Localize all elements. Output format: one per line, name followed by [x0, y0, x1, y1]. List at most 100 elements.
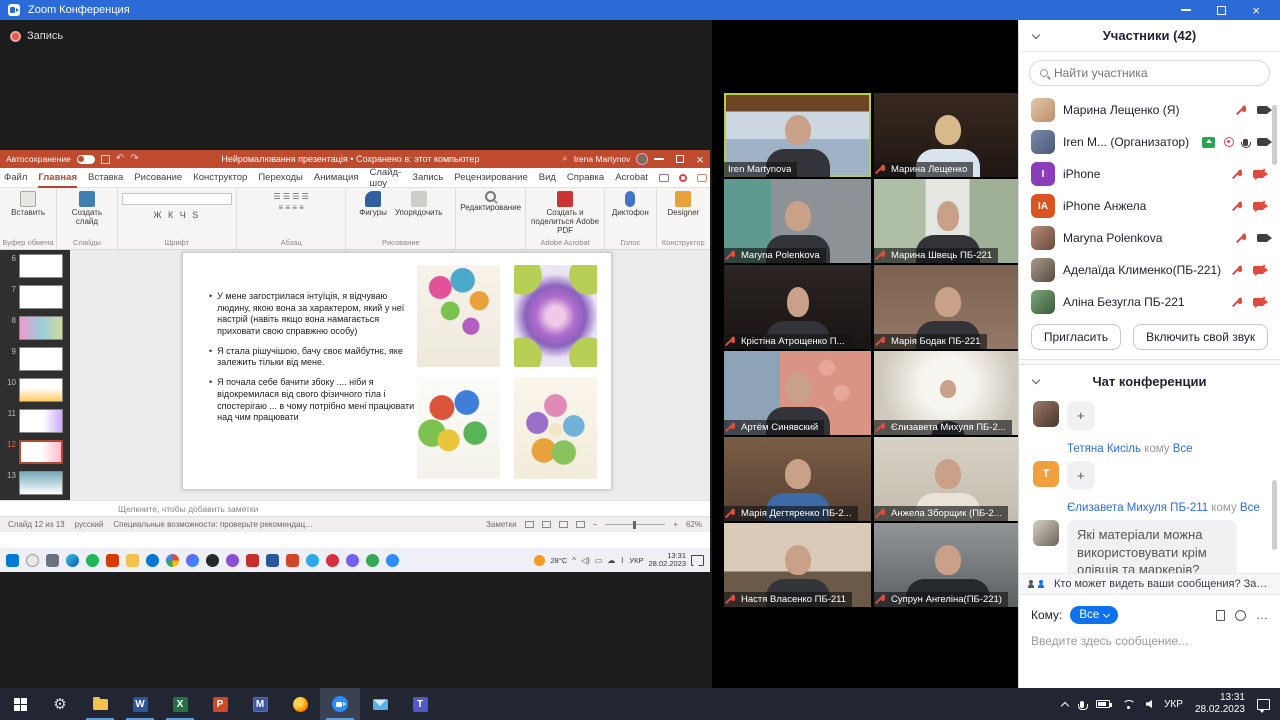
slide-thumbnail[interactable]: 11	[2, 409, 66, 433]
save-icon[interactable]	[101, 155, 110, 164]
chat-message[interactable]: T +	[1019, 457, 1280, 495]
zoom-in-icon[interactable]: +	[673, 520, 678, 529]
arrange-button[interactable]: Упорядочить	[395, 191, 443, 218]
notification-icon[interactable]	[1257, 699, 1270, 710]
ppt-user-avatar[interactable]	[636, 153, 648, 165]
participant-row[interactable]: Марина Лещенко (Я)	[1019, 94, 1280, 126]
video-tile-iren-martynova[interactable]: Iren Martynova	[724, 93, 871, 177]
emoji-icon[interactable]	[1235, 610, 1246, 621]
participant-row[interactable]: Maryna Polenkova	[1019, 222, 1280, 254]
loop-icon[interactable]	[226, 554, 239, 567]
chat-header[interactable]: Чат конференции	[1019, 365, 1280, 397]
chat-message[interactable]: +	[1019, 397, 1280, 435]
spotify-icon[interactable]	[86, 554, 99, 567]
explorer-icon[interactable]	[126, 554, 139, 567]
firefox-icon[interactable]	[280, 688, 320, 720]
zoom-slider[interactable]	[605, 524, 665, 526]
tab-draw[interactable]: Рисование	[134, 172, 182, 183]
video-tile[interactable]: Maryna Polenkova	[724, 179, 871, 263]
video-tile[interactable]: Марія Бодак ПБ-221	[874, 265, 1021, 349]
participant-row[interactable]: Iren M... (Организатор)	[1019, 126, 1280, 158]
video-tile[interactable]: Марина Лещенко	[874, 93, 1021, 177]
chevron-down-icon[interactable]	[1032, 31, 1040, 39]
wifi-icon[interactable]	[1122, 700, 1134, 709]
message-bubble[interactable]: +	[1067, 401, 1095, 431]
video-tile[interactable]: Марія Дегтяренко ПБ-2...	[724, 437, 871, 521]
align-buttons[interactable]: ≡ ≡ ≡ ≡	[278, 202, 303, 213]
editing-button[interactable]: Редактирование	[460, 191, 521, 213]
weather-icon[interactable]	[534, 555, 545, 566]
meet-icon[interactable]	[366, 554, 379, 567]
clock[interactable]: 13:31 28.02.2023	[1195, 692, 1245, 717]
chrome-icon[interactable]	[166, 554, 179, 567]
video-tile[interactable]: Крістіна Атрощенко П...	[724, 265, 871, 349]
recipient-name[interactable]: Все	[1173, 443, 1193, 455]
dictate-button[interactable]: Диктофон	[612, 191, 649, 218]
close-icon[interactable]: ×	[1252, 4, 1260, 17]
tab-review[interactable]: Рецензирование	[454, 172, 527, 183]
normal-view-icon[interactable]	[525, 521, 534, 528]
language-label[interactable]: русский	[75, 520, 104, 529]
participant-row[interactable]: I iPhone	[1019, 158, 1280, 190]
mic-icon[interactable]: ⌇	[620, 556, 624, 565]
tab-file[interactable]: Файл	[4, 172, 27, 183]
new-slide-button[interactable]: Создать слайд	[61, 191, 113, 227]
list-buttons[interactable]: ☰ ☰ ☰ ☰	[273, 191, 308, 202]
camera-on-icon[interactable]	[1257, 234, 1268, 242]
telegram-icon[interactable]	[306, 554, 319, 567]
tab-transitions[interactable]: Переходы	[258, 172, 303, 183]
volume-icon[interactable]	[1146, 700, 1152, 708]
camera-off-icon[interactable]	[1253, 169, 1268, 179]
battery-icon[interactable]	[1096, 700, 1110, 708]
camera-on-icon[interactable]	[1257, 106, 1268, 114]
github-icon[interactable]	[206, 554, 219, 567]
explorer-icon[interactable]	[80, 688, 120, 720]
mic-muted-icon[interactable]	[1235, 297, 1244, 308]
autosave-toggle[interactable]	[77, 155, 95, 164]
reading-view-icon[interactable]	[559, 521, 568, 528]
tab-slideshow[interactable]: Слайд-шоу	[370, 167, 402, 189]
messenger-icon[interactable]	[186, 554, 199, 567]
message-bubble[interactable]: +	[1067, 461, 1095, 491]
slide-thumbnail[interactable]: 13	[2, 471, 66, 495]
current-slide[interactable]: У мене загострилася інтуїція, я відчуваю…	[182, 252, 612, 490]
weather-temp[interactable]: 28°C	[550, 556, 567, 565]
share-icon[interactable]	[697, 174, 707, 182]
language-indicator[interactable]: УКР	[629, 556, 643, 565]
word-icon[interactable]: W	[120, 688, 160, 720]
notes-button[interactable]: Заметки	[486, 520, 517, 529]
slideshow-view-icon[interactable]	[576, 521, 585, 528]
powerpoint-icon[interactable]	[286, 554, 299, 567]
participants-scrollbar[interactable]	[1272, 105, 1277, 165]
language-indicator[interactable]: УКР	[1164, 699, 1183, 710]
tab-design[interactable]: Конструктор	[193, 172, 247, 183]
participant-row[interactable]: Аделаїда Клименко(ПБ-221)	[1019, 254, 1280, 286]
file-icon[interactable]	[1216, 610, 1225, 621]
video-tile[interactable]: Анжела Зборщик (ПБ-2...	[874, 437, 1021, 521]
more-icon[interactable]: …	[1256, 608, 1268, 622]
chevron-down-icon[interactable]	[1032, 376, 1040, 384]
excel-icon[interactable]: X	[160, 688, 200, 720]
participant-row[interactable]: Аліна Безугла ПБ-221	[1019, 286, 1280, 318]
word-icon[interactable]	[266, 554, 279, 567]
tab-insert[interactable]: Вставка	[88, 172, 123, 183]
acrobat-icon[interactable]	[246, 554, 259, 567]
ppt-maximize-icon[interactable]	[676, 155, 684, 163]
undo-icon[interactable]: ↶	[116, 154, 124, 164]
viber-icon[interactable]	[346, 554, 359, 567]
mail-icon[interactable]	[360, 688, 400, 720]
record-button-icon[interactable]	[679, 174, 687, 182]
volume-icon[interactable]: ◁)	[581, 556, 590, 565]
cloud-icon[interactable]: ☁	[607, 556, 615, 565]
search-icon[interactable]: ⌕	[562, 154, 568, 164]
mic-on-icon[interactable]	[1243, 139, 1248, 146]
tab-animations[interactable]: Анимация	[314, 172, 359, 183]
powerpoint-icon[interactable]: P	[200, 688, 240, 720]
redo-icon[interactable]: ↷	[130, 154, 138, 164]
slide-thumbnail[interactable]: 9	[2, 347, 66, 371]
tab-home[interactable]: Главная	[38, 168, 77, 188]
notes-placeholder[interactable]: Щелкните, чтобы добавить заметки	[0, 500, 710, 516]
invite-button[interactable]: Пригласить	[1031, 324, 1121, 350]
accessibility-label[interactable]: Специальные возможности: проверьте реком…	[113, 520, 313, 529]
chevron-up-icon[interactable]: ^	[572, 556, 576, 565]
